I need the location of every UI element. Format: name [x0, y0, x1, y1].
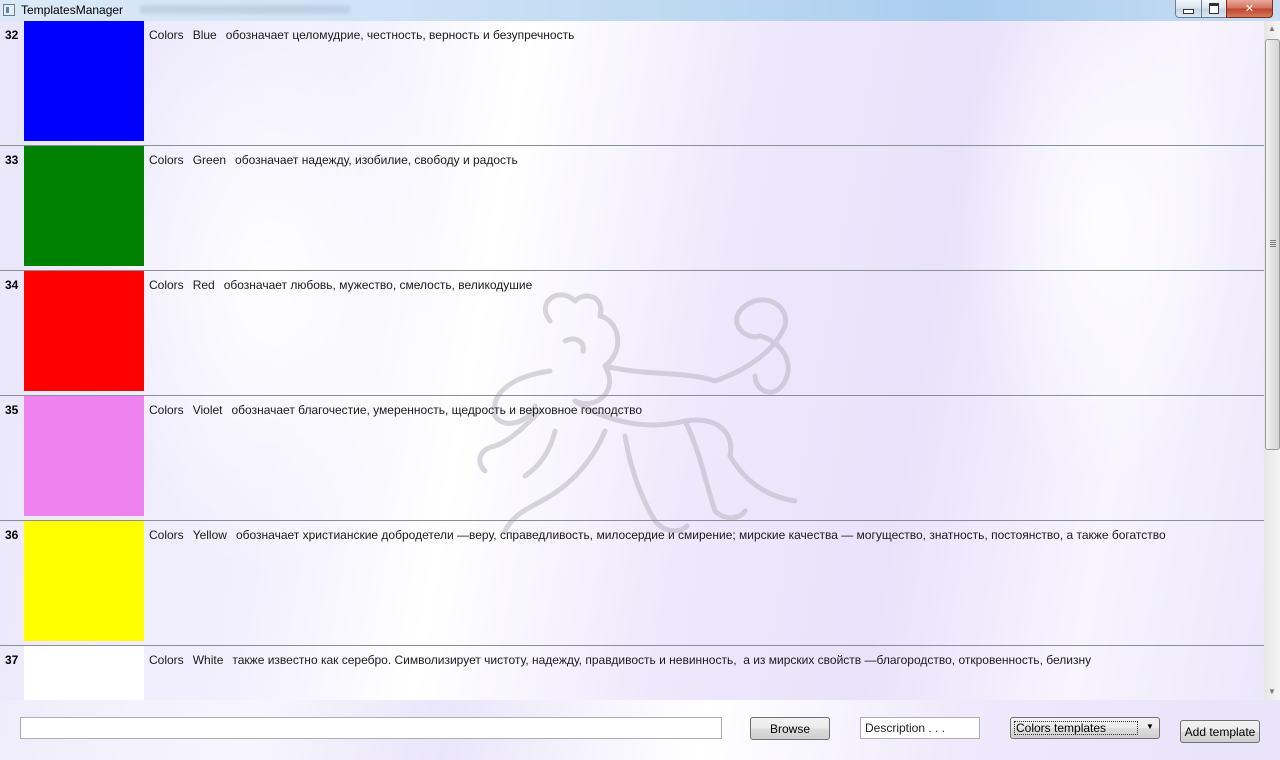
maximize-icon — [1209, 3, 1219, 14]
scrollbar-thumb[interactable] — [1265, 39, 1280, 450]
title-bar: TemplatesManager ✕ — [0, 0, 1280, 22]
template-number: 34 — [5, 278, 19, 292]
close-icon: ✕ — [1244, 3, 1255, 15]
color-swatch-white — [24, 646, 144, 700]
template-text: Colors Green обозначает надежду, изобилие,… — [149, 153, 527, 167]
template-name: White — [192, 653, 224, 667]
close-button[interactable]: ✕ — [1226, 0, 1273, 18]
template-name: Green — [192, 153, 227, 167]
minimize-icon — [1183, 9, 1194, 14]
template-category: Colors — [149, 28, 184, 42]
template-name: Violet — [192, 403, 223, 417]
template-number: 36 — [5, 528, 19, 542]
template-description: также известно как серебро. Символизируе… — [232, 653, 1092, 667]
bottom-toolbar: Browse Colors templates ▼ Add template — [0, 700, 1280, 760]
title-bar-blur — [140, 5, 350, 14]
template-description: обозначает любовь, мужество, смелость, в… — [223, 278, 533, 292]
template-text: Colors Violet обозначает благочестие, умер… — [149, 403, 651, 417]
minimize-button[interactable] — [1175, 0, 1202, 18]
template-name: Blue — [192, 28, 217, 42]
color-swatch-red — [24, 271, 144, 391]
template-name: Yellow — [192, 528, 227, 542]
template-number: 35 — [5, 403, 19, 417]
template-category: Colors — [149, 653, 184, 667]
color-swatch-violet — [24, 396, 144, 516]
template-row[interactable]: 37 Colors White также известно как серебро… — [0, 646, 1264, 700]
vertical-scrollbar[interactable]: ▲ ▼ — [1264, 21, 1280, 700]
template-row[interactable]: 35 Colors Violet обозначает благочестие, у… — [0, 396, 1264, 521]
add-template-button[interactable]: Add template — [1180, 720, 1260, 743]
template-category: Colors — [149, 278, 184, 292]
template-number: 37 — [5, 653, 19, 667]
template-description: обозначает благочестие, умеренность, щед… — [231, 403, 643, 417]
template-type-selected: Colors templates — [1014, 721, 1138, 735]
template-category: Colors — [149, 403, 184, 417]
template-type-select[interactable]: Colors templates ▼ — [1010, 717, 1160, 739]
template-description: обозначает христианские добродетели —вер… — [235, 528, 1166, 542]
template-row[interactable]: 33 Colors Green обозначает надежду, изобил… — [0, 146, 1264, 271]
maximize-button[interactable] — [1201, 0, 1227, 18]
template-row[interactable]: 34 Colors Red обозначает любовь, мужество,… — [0, 271, 1264, 396]
template-number: 33 — [5, 153, 19, 167]
template-name: Red — [192, 278, 215, 292]
template-text: Colors White также известно как серебро. С… — [149, 653, 1100, 667]
color-swatch-green — [24, 146, 144, 266]
template-text: Colors Yellow обозначает христианские добр… — [149, 528, 1175, 542]
scrollbar-grip — [1270, 240, 1276, 247]
template-description: обозначает надежду, изобилие, свободу и … — [235, 153, 518, 167]
template-description: обозначает целомудрие, честность, вернос… — [225, 28, 575, 42]
color-swatch-blue — [24, 21, 144, 141]
template-row[interactable]: 36 Colors Yellow обозначает христианские д… — [0, 521, 1264, 646]
template-text: Colors Blue обозначает целомудрие, честнос… — [149, 28, 583, 42]
template-category: Colors — [149, 153, 184, 167]
scroll-down-arrow-icon[interactable]: ▼ — [1264, 684, 1280, 700]
templates-list[interactable]: 32 Colors Blue обозначает целомудрие, чест… — [0, 21, 1280, 700]
scroll-up-arrow-icon[interactable]: ▲ — [1264, 21, 1280, 37]
browse-button[interactable]: Browse — [750, 717, 830, 740]
template-row[interactable]: 32 Colors Blue обозначает целомудрие, чест… — [0, 21, 1264, 146]
template-number: 32 — [5, 28, 19, 42]
app-window-icon[interactable] — [3, 4, 15, 16]
template-category: Colors — [149, 528, 184, 542]
template-text: Colors Red обозначает любовь, мужество, см… — [149, 278, 541, 292]
window-title: TemplatesManager — [21, 3, 124, 17]
color-swatch-yellow — [24, 521, 144, 641]
file-path-input[interactable] — [20, 717, 722, 739]
dropdown-arrow-icon: ▼ — [1146, 722, 1154, 731]
description-input[interactable] — [860, 717, 980, 739]
